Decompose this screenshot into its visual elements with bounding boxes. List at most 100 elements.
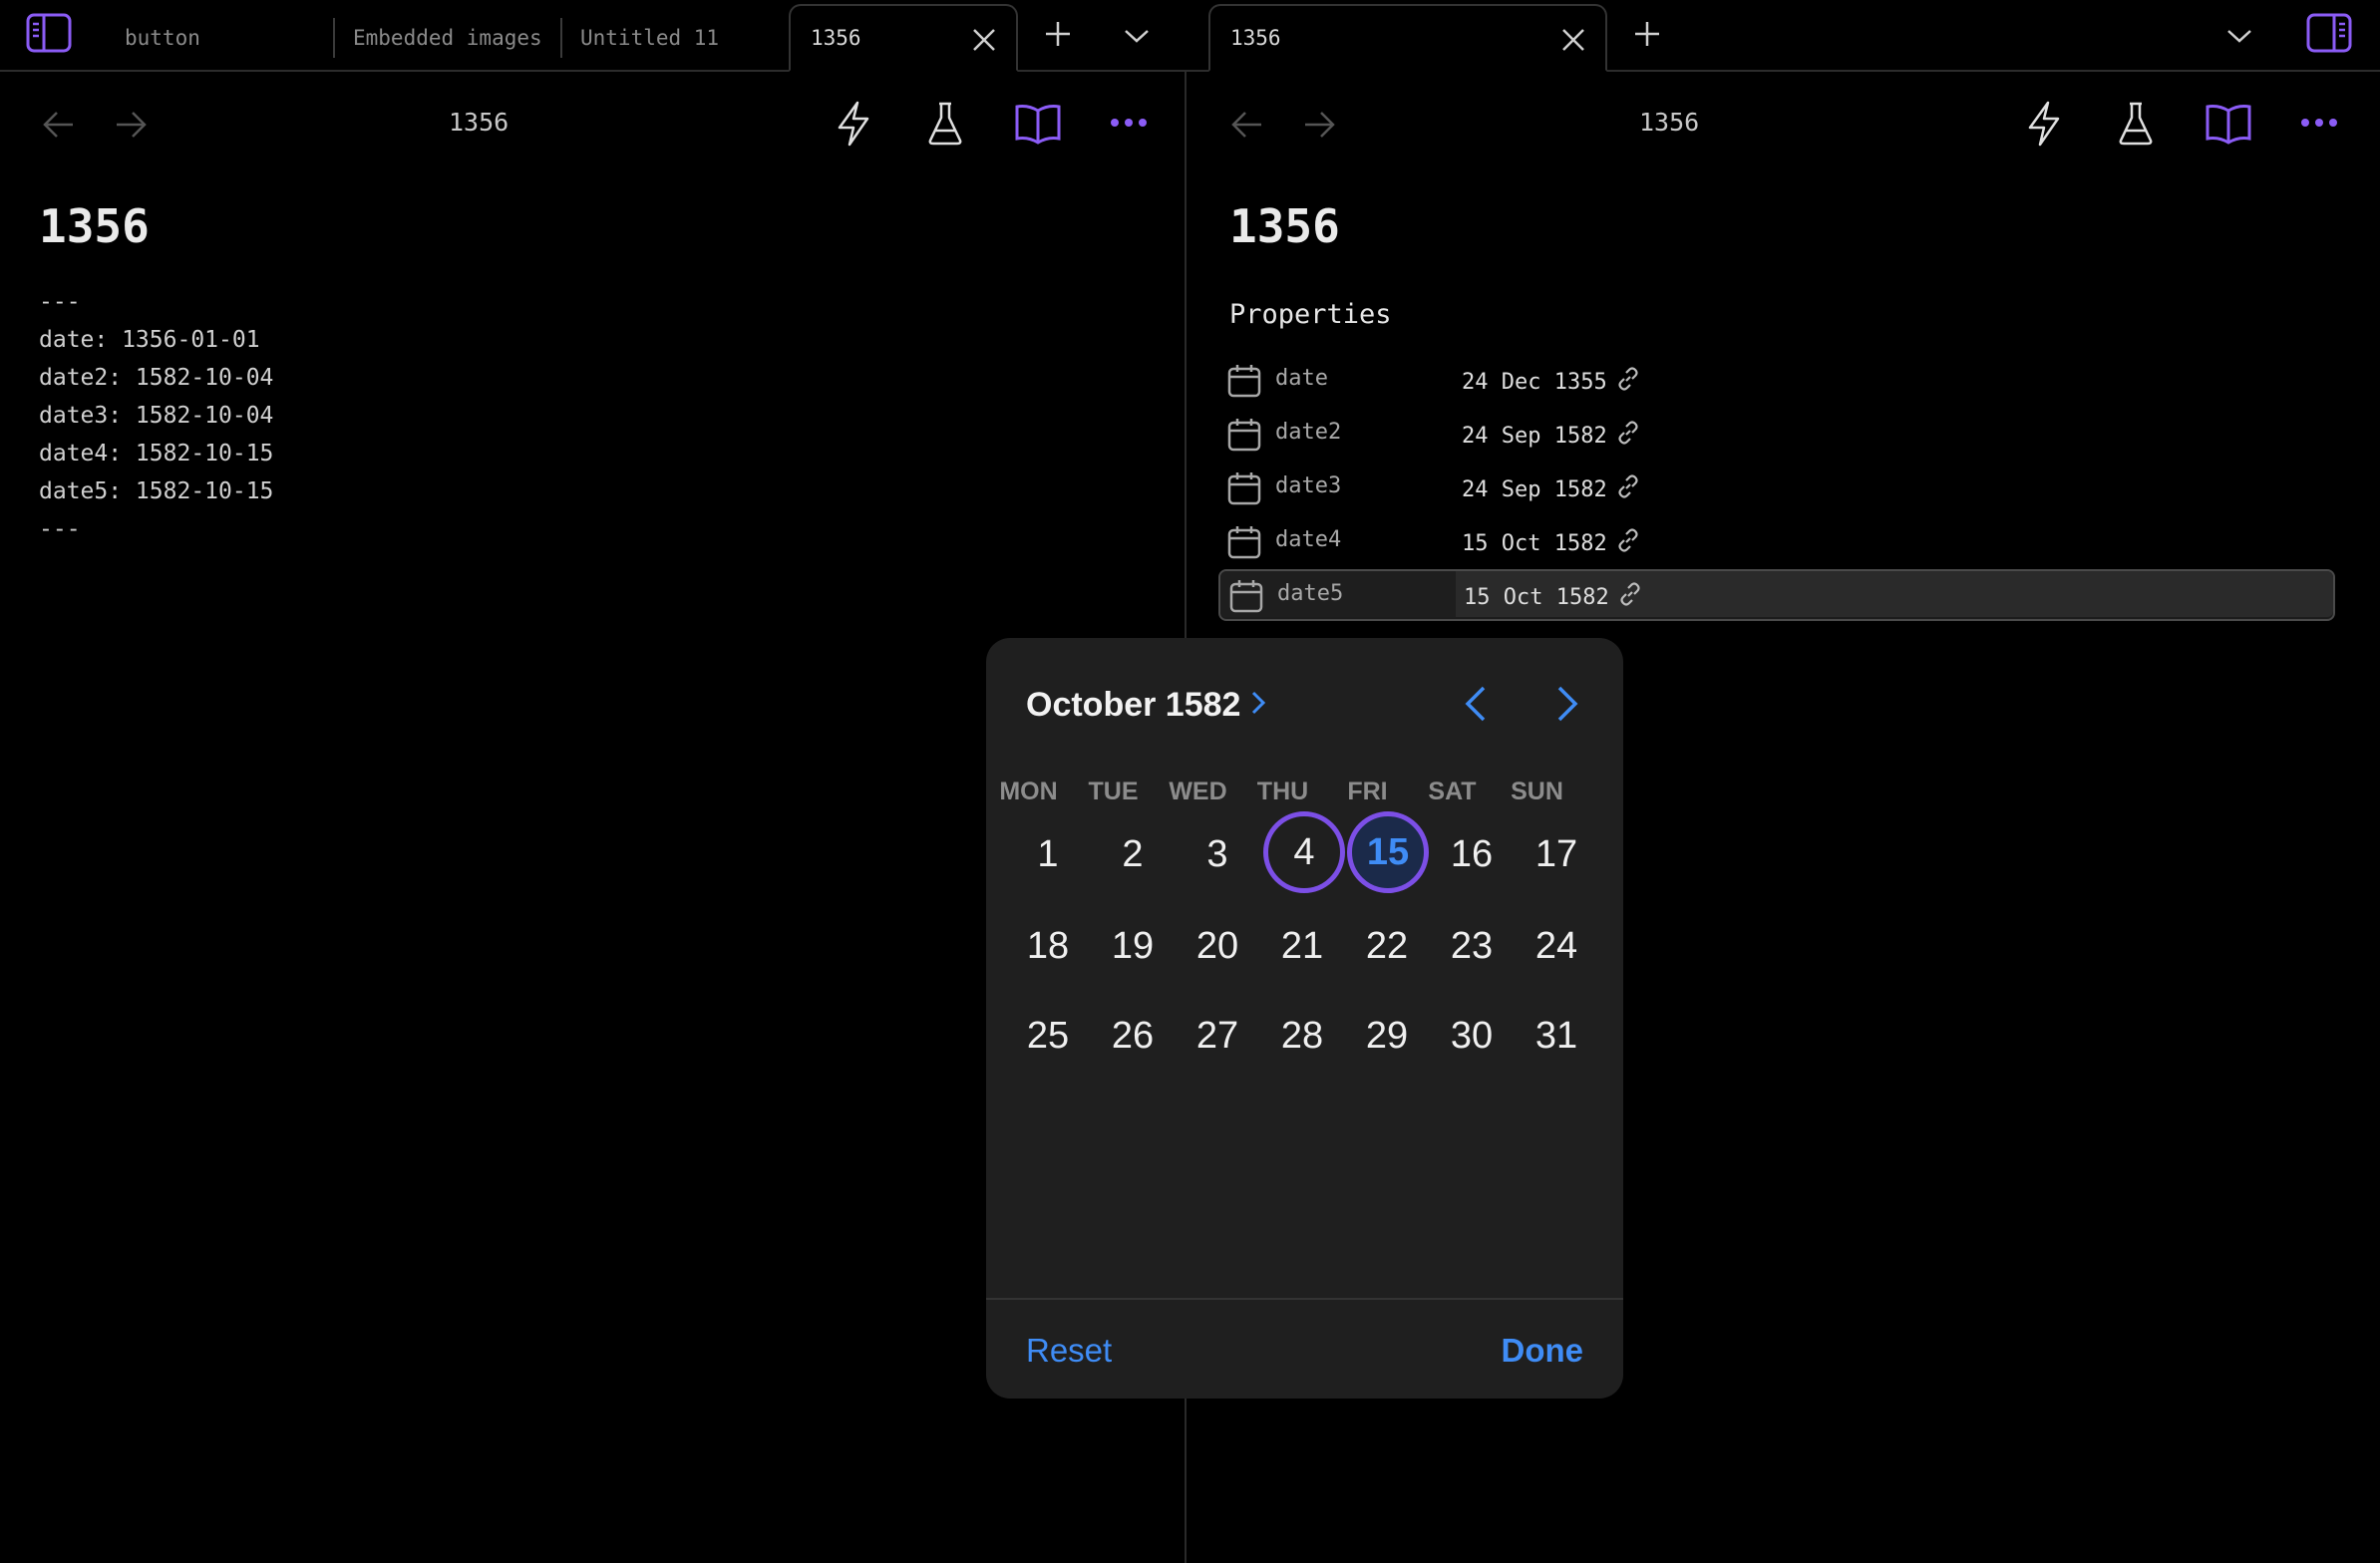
- link-icon[interactable]: [1615, 473, 1641, 505]
- tab-1356-right[interactable]: 1356: [1208, 4, 1607, 72]
- close-icon[interactable]: [970, 26, 998, 54]
- property-row-date5[interactable]: date5 15 Oct 1582: [1218, 569, 2335, 621]
- calendar-day[interactable]: 17: [1518, 815, 1595, 893]
- source-line: ---: [39, 289, 81, 315]
- calendar-day[interactable]: 19: [1094, 907, 1172, 985]
- property-row-date[interactable]: date 24 Dec 1355: [1218, 356, 2333, 406]
- link-icon[interactable]: [1615, 366, 1641, 398]
- forward-arrow-icon[interactable]: [1300, 106, 1338, 144]
- calendar-day[interactable]: 16: [1433, 815, 1511, 893]
- tab-1356-left[interactable]: 1356: [789, 4, 1018, 72]
- frontmatter-source[interactable]: --- date: 1356-01-01 date2: 1582-10-04 d…: [39, 283, 273, 548]
- calendar-day[interactable]: 2: [1094, 815, 1172, 893]
- calendar-day[interactable]: 25: [1009, 997, 1087, 1075]
- property-value-text: 24 Sep 1582: [1462, 476, 1607, 502]
- reading-view-book-icon[interactable]: [2204, 100, 2253, 148]
- reading-view-book-icon[interactable]: [1013, 100, 1063, 148]
- calendar-day-selected[interactable]: 15: [1347, 811, 1429, 893]
- properties-heading[interactable]: Properties: [1229, 299, 1392, 330]
- lightning-icon[interactable]: [2022, 100, 2066, 148]
- tab-list-chevron-down-icon[interactable]: [2221, 18, 2257, 54]
- note-title: 1356: [39, 199, 150, 253]
- back-arrow-icon[interactable]: [40, 106, 78, 144]
- calendar-day[interactable]: 1: [1009, 815, 1087, 893]
- new-tab-plus-icon[interactable]: [1040, 16, 1076, 52]
- property-value-text: 15 Oct 1582: [1462, 530, 1607, 556]
- lightning-icon[interactable]: [832, 100, 875, 148]
- calendar-icon: [1226, 417, 1262, 457]
- flask-icon[interactable]: [923, 100, 967, 148]
- calendar-day[interactable]: 20: [1179, 907, 1256, 985]
- month-year-selector[interactable]: October 1582: [1026, 686, 1266, 725]
- calendar-day[interactable]: 30: [1433, 997, 1511, 1075]
- tab-untitled-11[interactable]: Untitled 11: [560, 4, 788, 72]
- calendar-icon: [1228, 578, 1264, 618]
- calendar-day[interactable]: 22: [1348, 907, 1426, 985]
- property-value[interactable]: 15 Oct 1582: [1464, 581, 1643, 613]
- done-button[interactable]: Done: [1502, 1332, 1584, 1370]
- calendar-day[interactable]: 28: [1263, 997, 1341, 1075]
- calendar-day[interactable]: 23: [1433, 907, 1511, 985]
- view-title: 1356: [1639, 108, 1700, 137]
- link-icon[interactable]: [1617, 581, 1643, 613]
- source-line: ---: [39, 516, 81, 542]
- tab-button[interactable]: button: [105, 4, 332, 72]
- more-options-icon[interactable]: [1109, 108, 1149, 138]
- tab-embedded-images[interactable]: Embedded images: [333, 4, 560, 72]
- left-sidebar-toggle-icon[interactable]: [26, 12, 72, 54]
- calendar-day[interactable]: 29: [1348, 997, 1426, 1075]
- new-tab-plus-icon[interactable]: [1629, 16, 1665, 52]
- previous-month-icon[interactable]: [1454, 682, 1498, 726]
- tab-label: Untitled 11: [580, 26, 720, 50]
- link-icon[interactable]: [1615, 527, 1641, 559]
- forward-arrow-icon[interactable]: [112, 106, 150, 144]
- property-row-date2[interactable]: date2 24 Sep 1582: [1218, 410, 2333, 460]
- calendar-day-marked[interactable]: 4: [1263, 811, 1345, 893]
- calendar-day[interactable]: 26: [1094, 997, 1172, 1075]
- weekday-label: SUN: [1511, 778, 1563, 805]
- calendar-icon: [1226, 524, 1262, 564]
- weekday-label: WED: [1169, 778, 1227, 805]
- next-month-icon[interactable]: [1545, 682, 1589, 726]
- weekday-label: TUE: [1088, 778, 1139, 805]
- tab-label: Embedded images: [353, 26, 542, 50]
- tab-label: 1356: [1230, 26, 1281, 50]
- weekday-label: THU: [1256, 778, 1309, 805]
- month-year-label: October 1582: [1026, 686, 1241, 724]
- view-header: 1356: [0, 72, 1185, 175]
- more-options-icon[interactable]: [2299, 108, 2339, 138]
- calendar-day[interactable]: 27: [1179, 997, 1256, 1075]
- link-icon[interactable]: [1615, 420, 1641, 452]
- calendar-day[interactable]: 3: [1179, 815, 1256, 893]
- back-arrow-icon[interactable]: [1228, 106, 1266, 144]
- calendar-day[interactable]: 21: [1263, 907, 1341, 985]
- source-line: date5: 1582-10-15: [39, 478, 274, 504]
- property-value-text: 24 Sep 1582: [1462, 423, 1607, 449]
- source-line: date: 1356-01-01: [39, 327, 260, 353]
- calendar-day[interactable]: 24: [1518, 907, 1595, 985]
- property-value-text: 24 Dec 1355: [1462, 369, 1607, 395]
- close-icon[interactable]: [1559, 26, 1587, 54]
- weekday-label: FRI: [1347, 778, 1388, 805]
- source-line: date4: 1582-10-15: [39, 441, 274, 467]
- reset-button[interactable]: Reset: [1026, 1332, 1112, 1370]
- tab-label: button: [125, 26, 200, 50]
- property-value[interactable]: 24 Sep 1582: [1462, 473, 1641, 505]
- note-title: 1356: [1229, 199, 1340, 253]
- property-key: date2: [1275, 420, 1342, 445]
- property-value[interactable]: 15 Oct 1582: [1462, 527, 1641, 559]
- property-row-date3[interactable]: date3 24 Sep 1582: [1218, 464, 2333, 513]
- right-sidebar-toggle-icon[interactable]: [2306, 12, 2352, 54]
- source-line: date3: 1582-10-04: [39, 403, 274, 429]
- property-row-date4[interactable]: date4 15 Oct 1582: [1218, 517, 2333, 567]
- property-value[interactable]: 24 Dec 1355: [1462, 366, 1641, 398]
- flask-icon[interactable]: [2114, 100, 2158, 148]
- picker-footer: Reset Done: [986, 1298, 1623, 1399]
- property-key: date: [1275, 366, 1328, 391]
- property-value[interactable]: 24 Sep 1582: [1462, 420, 1641, 452]
- calendar-day[interactable]: 18: [1009, 907, 1087, 985]
- weekday-label: MON: [999, 778, 1058, 805]
- property-key: date5: [1277, 581, 1344, 606]
- tab-list-chevron-down-icon[interactable]: [1119, 18, 1155, 54]
- calendar-day[interactable]: 31: [1518, 997, 1595, 1075]
